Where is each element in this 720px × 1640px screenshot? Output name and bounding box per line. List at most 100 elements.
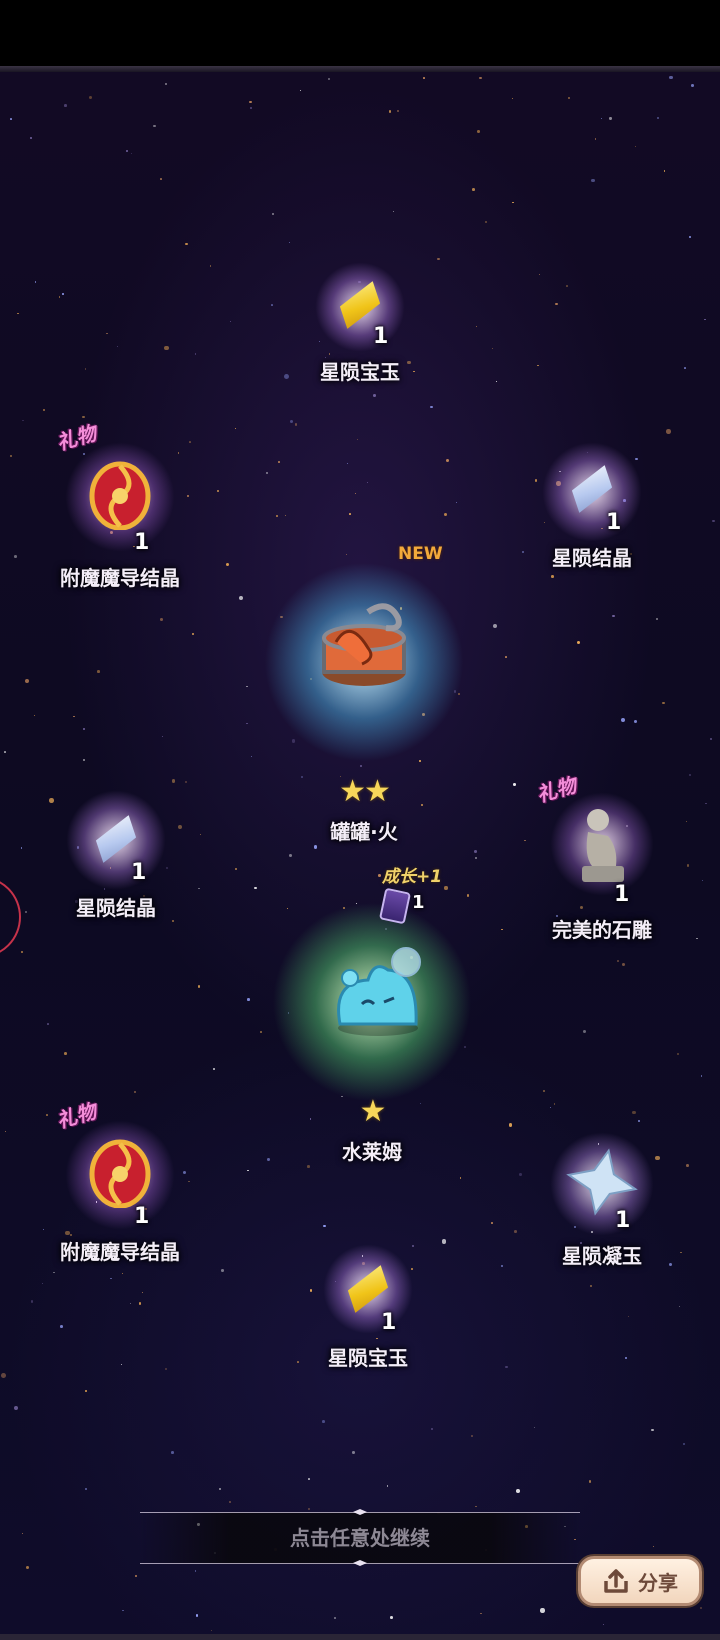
reward-item-jade[interactable]: 1 星陨凝玉: [502, 1132, 702, 1332]
background-star: [423, 77, 425, 79]
background-star: [437, 257, 440, 260]
background-star: [226, 562, 230, 566]
top-status-bar: [0, 0, 720, 66]
background-star: [13, 555, 17, 559]
reward-item-can-fire[interactable]: NEW ★★ 罐罐·火: [264, 532, 464, 852]
reward-screen[interactable]: 1 星陨宝玉 礼物 1 附魔魔导结晶 1 星陨结晶 NEW ★★ 罐罐·火 1 …: [0, 72, 720, 1640]
background-star: [683, 1443, 686, 1445]
background-star: [276, 515, 278, 518]
background-star: [212, 1068, 215, 1070]
background-star: [171, 778, 176, 783]
background-star: [553, 1103, 556, 1105]
tap-to-continue-prompt[interactable]: 点击任意处继续: [140, 1512, 580, 1564]
background-star: [250, 756, 252, 758]
background-star: [89, 95, 93, 100]
background-star: [58, 296, 61, 299]
background-star: [133, 1090, 137, 1094]
background-star: [651, 1428, 654, 1432]
background-star: [254, 886, 257, 890]
background-star: [656, 116, 660, 120]
item-quantity: 1: [131, 860, 147, 885]
background-star: [238, 595, 244, 600]
background-star: [567, 96, 571, 100]
background-star: [62, 292, 65, 295]
background-star: [9, 118, 12, 121]
reward-item-enchant-top[interactable]: 礼物 1 附魔魔导结晶: [20, 421, 220, 642]
background-star: [676, 1053, 679, 1056]
background-star: [349, 513, 351, 515]
background-star: [540, 1608, 545, 1613]
background-star: [705, 802, 707, 804]
background-star: [512, 201, 514, 204]
item-name: 星陨宝玉: [328, 1346, 408, 1370]
background-star: [505, 656, 508, 658]
reward-item-crystal-right[interactable]: 1 星陨结晶: [492, 442, 692, 642]
background-star: [307, 1508, 310, 1511]
background-star: [153, 124, 156, 127]
background-star: [164, 1367, 168, 1371]
background-star: [85, 1390, 87, 1392]
background-star: [516, 1489, 521, 1493]
background-star: [284, 514, 286, 516]
background-star: [537, 364, 539, 366]
background-star: [511, 97, 514, 99]
item-name: 完美的石雕: [552, 918, 652, 942]
background-star: [634, 720, 638, 724]
background-star: [632, 1110, 636, 1115]
background-star: [473, 850, 477, 853]
item-name: 附魔魔导结晶: [60, 1240, 180, 1264]
reward-item-statue[interactable]: 礼物 1 完美的石雕: [502, 773, 702, 1004]
background-star: [1, 1373, 7, 1378]
background-star: [134, 1574, 138, 1578]
background-star: [347, 462, 349, 465]
item-quantity: 1: [606, 510, 622, 535]
background-star: [474, 856, 477, 859]
background-star: [184, 781, 188, 784]
background-star: [29, 137, 32, 140]
background-star: [106, 333, 108, 335]
rarity-stars: ★: [359, 1094, 387, 1129]
background-star: [47, 1023, 50, 1026]
background-star: [116, 345, 118, 347]
background-star: [621, 718, 626, 723]
background-star: [508, 1123, 512, 1127]
background-star: [64, 1052, 67, 1056]
water-slime-icon: [337, 947, 421, 1036]
background-star: [64, 104, 67, 107]
enchant-crystal-icon: [89, 461, 151, 530]
background-star: [477, 130, 481, 134]
background-star: [662, 701, 665, 705]
background-star: [221, 1269, 224, 1272]
item-name: 水莱姆: [342, 1140, 402, 1164]
background-star: [120, 1364, 122, 1366]
reward-item-gem-bottom[interactable]: 1 星陨宝玉: [268, 1244, 468, 1444]
enchant-crystal-icon: [89, 1139, 151, 1208]
background-star: [583, 1030, 587, 1034]
background-star: [691, 84, 695, 87]
background-star: [307, 1477, 310, 1480]
background-star: [444, 512, 448, 516]
background-star: [455, 501, 457, 504]
background-star: [609, 117, 612, 120]
item-name: 罐罐·火: [330, 820, 398, 844]
background-star: [159, 177, 162, 180]
reward-item-gem-top[interactable]: 1 星陨宝玉: [260, 262, 460, 462]
share-button[interactable]: 分享: [578, 1556, 702, 1606]
background-star: [441, 1239, 446, 1244]
background-star: [194, 1570, 197, 1572]
background-star: [566, 285, 568, 287]
background-star: [272, 213, 275, 215]
background-star: [83, 728, 85, 730]
background-star: [130, 153, 133, 155]
item-quantity: 1: [381, 1310, 397, 1335]
background-star: [392, 210, 395, 213]
rarity-stars: ★★: [339, 774, 391, 809]
background-star: [668, 75, 673, 80]
item-name: 星陨凝玉: [562, 1244, 642, 1268]
background-star: [637, 1120, 640, 1123]
reward-item-crystal-left[interactable]: 1 星陨结晶: [16, 790, 216, 990]
reward-item-slime[interactable]: 成长+1 1 ★ 水莱姆: [272, 862, 472, 1182]
share-label: 分享: [638, 1570, 678, 1595]
reward-item-enchant-bottom[interactable]: 礼物 1 附魔魔导结晶: [20, 1099, 220, 1320]
background-star: [17, 312, 19, 315]
